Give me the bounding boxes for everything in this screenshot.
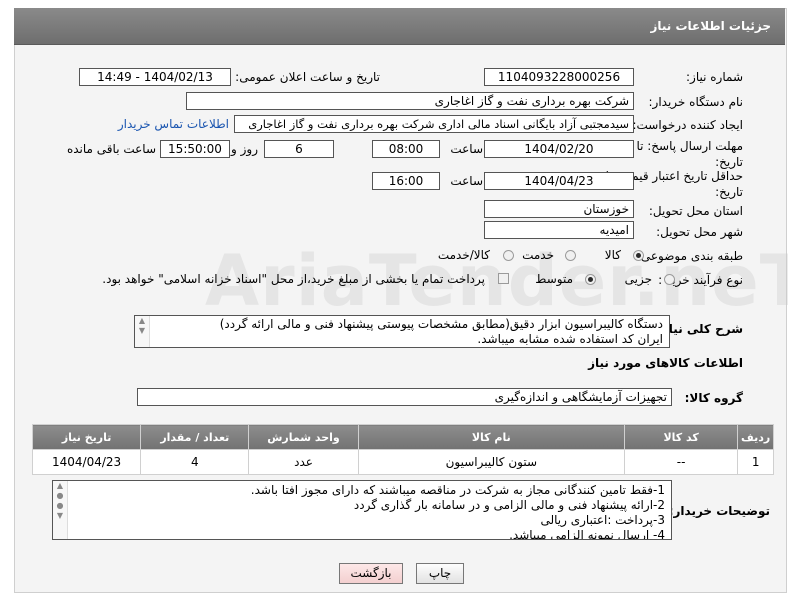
cell-unit: عدد xyxy=(248,449,359,475)
description-textarea[interactable]: ▲ ▼ دستگاه کالیبراسیون ابزار دقیق(مطابق م… xyxy=(134,315,670,348)
process-radio-medium[interactable] xyxy=(585,274,596,285)
buyer-note-line-3: 3-پرداخت :اعتباری ریالی xyxy=(540,513,665,527)
goods-section-title: اطلاعات کالاهای مورد نیاز xyxy=(588,356,743,370)
items-table-header: ردیف کد کالا نام کالا واحد شمارش تعداد /… xyxy=(31,424,774,450)
need-number-field[interactable]: 1104093228000256 xyxy=(484,68,634,86)
process-option-minor: جزیی xyxy=(624,272,652,286)
contact-buyer-link[interactable]: اطلاعات تماس خریدار xyxy=(118,117,229,131)
cell-code: -- xyxy=(623,449,739,475)
buyer-org-label: نام دستگاه خریدار: xyxy=(648,95,744,109)
category-label: طبقه بندی موضوعی: xyxy=(636,249,743,263)
col-quantity: تعداد / مقدار xyxy=(140,424,250,450)
category-option-goods: کالا xyxy=(604,248,621,262)
creator-label: ایجاد کننده درخواست: xyxy=(632,118,743,132)
category-option-service: خدمت xyxy=(522,248,554,262)
validity-time-field[interactable]: 16:00 xyxy=(372,172,440,190)
deadline-time-field[interactable]: 08:00 xyxy=(372,140,440,158)
cell-need-date: 1404/04/23 xyxy=(31,449,142,475)
goods-group-field[interactable]: تجهیزات آزمایشگاهی و اندازه‌گیری xyxy=(137,388,672,406)
buyer-note-line-2: 2-ارائه پیشنهاد فنی و مالی الزامی و در س… xyxy=(353,498,665,512)
category-radio-service[interactable] xyxy=(565,250,576,261)
table-row[interactable]: 1 -- ستون کالیبراسیون عدد 4 1404/04/23 xyxy=(31,449,774,475)
back-button[interactable]: بازگشت xyxy=(339,563,403,584)
process-radio-minor[interactable] xyxy=(664,274,675,285)
items-table: ردیف کد کالا نام کالا واحد شمارش تعداد /… xyxy=(31,424,774,475)
print-button[interactable]: چاپ xyxy=(416,563,464,584)
process-option-medium: متوسط xyxy=(535,272,573,286)
description-scrollbar[interactable]: ▲ ▼ xyxy=(135,316,150,347)
announce-field[interactable]: 1404/02/13 - 14:49 xyxy=(79,68,231,86)
treasury-payment-checkbox[interactable] xyxy=(498,273,509,284)
days-label: روز و xyxy=(231,142,258,156)
description-line-2: ایران کد استفاده شده مشابه میباشد. xyxy=(477,332,663,346)
page-title: جزئیات اطلاعات نیاز xyxy=(650,19,771,33)
creator-field[interactable]: سیدمجتبی آزاد بایگانی اسناد مالی اداری ش… xyxy=(234,115,634,133)
buyer-note-line-1: 1-فقط تامین کنندگانی مجاز به شرکت در منا… xyxy=(250,483,665,497)
days-field[interactable]: 6 xyxy=(264,140,334,158)
validity-time-label: ساعت xyxy=(450,174,483,188)
category-radio-goods[interactable] xyxy=(633,250,644,261)
col-need-date: تاریخ نیاز xyxy=(31,424,142,450)
city-label: شهر محل تحویل: xyxy=(656,225,743,239)
col-name: نام کالا xyxy=(357,424,626,450)
remaining-label: ساعت باقی مانده xyxy=(66,142,156,156)
category-option-both: کالا/خدمت xyxy=(437,248,490,262)
cell-row: 1 xyxy=(737,449,774,475)
category-radio-both[interactable] xyxy=(503,250,514,261)
need-number-label: شماره نیاز: xyxy=(686,70,743,84)
col-unit: واحد شمارش xyxy=(248,424,359,450)
city-field[interactable]: امیدیه xyxy=(484,221,634,239)
deadline-date-field[interactable]: 1404/02/20 xyxy=(484,140,634,158)
province-field[interactable]: خوزستان xyxy=(484,200,634,218)
remaining-time-field[interactable]: 15:50:00 xyxy=(160,140,230,158)
validity-date-field[interactable]: 1404/04/23 xyxy=(484,172,634,190)
cell-name: ستون کالیبراسیون xyxy=(357,449,626,475)
province-label: استان محل تحویل: xyxy=(648,204,743,218)
announce-label: تاریخ و ساعت اعلان عمومی: xyxy=(235,70,380,84)
buyer-note-line-4: 4- ارسال نمونه الزامی میباشد. xyxy=(509,528,665,540)
goods-group-label: گروه کالا: xyxy=(684,391,743,405)
buyer-notes-textarea[interactable]: ▲ ● ● ▼ 1-فقط تامین کنندگانی مجاز به شرکت د… xyxy=(52,480,672,540)
buyer-org-field[interactable]: شرکت بهره برداری نفت و گاز اغاجاری xyxy=(186,92,634,110)
cell-quantity: 4 xyxy=(140,449,250,475)
buyer-notes-scrollbar[interactable]: ▲ ● ● ▼ xyxy=(53,481,68,539)
buyer-notes-label: توضیحات خریدار: xyxy=(668,504,770,518)
col-row: ردیف xyxy=(737,424,774,450)
deadline-time-label: ساعت xyxy=(450,142,483,156)
deadline-label: مهلت ارسال پاسخ: تا تاریخ: xyxy=(636,139,743,169)
page-header: جزئیات اطلاعات نیاز xyxy=(14,8,785,45)
col-code: کد کالا xyxy=(623,424,739,450)
description-line-1: دستگاه کالیبراسیون ابزار دقیق(مطابق مشخص… xyxy=(219,317,663,331)
treasury-payment-note: پرداخت تمام یا بخشی از مبلغ خرید،از محل … xyxy=(102,272,485,286)
